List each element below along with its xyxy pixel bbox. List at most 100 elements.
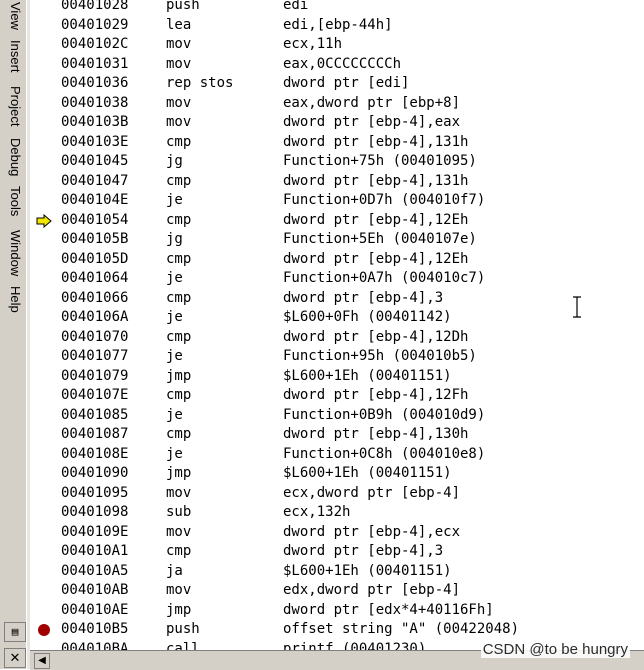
disassembly-row[interactable]: 00401095 mov ecx,dword ptr [ebp-4]: [0, 484, 644, 504]
disassembly-row[interactable]: 00401079 jmp $L600+1Eh (00401151): [0, 367, 644, 387]
disassembly-row[interactable]: 00401029 lea edi,[ebp-44h]: [0, 16, 644, 36]
instruction-address: 00401036: [61, 75, 129, 91]
instruction-address: 00401090: [61, 465, 129, 481]
instruction-mnemonic: sub: [166, 504, 192, 520]
instruction-address: 00401028: [61, 0, 129, 13]
instruction-mnemonic: cmp: [166, 328, 192, 345]
disassembly-row[interactable]: 0040103B mov dword ptr [ebp-4],eax: [0, 113, 644, 133]
instruction-operands: dword ptr [edx*4+40116Fh]: [283, 601, 494, 618]
instruction-mnemonic: mov: [166, 36, 192, 52]
disassembly-row[interactable]: 004010B5 push offset string "A" (00422048): [0, 620, 644, 640]
disassembly-row[interactable]: 0040109E mov dword ptr [ebp-4],ecx: [0, 523, 644, 543]
instruction-address: 0040108E: [61, 445, 129, 462]
disassembly-row[interactable]: 00401047 cmp dword ptr [ebp-4],131h: [0, 172, 644, 192]
instruction-operands: Function+95h (004010b5): [283, 348, 477, 364]
instruction-operands: offset string "A" (00422048): [283, 621, 520, 637]
instruction-mnemonic: je: [166, 445, 183, 462]
instruction-mnemonic: cmp: [166, 211, 192, 228]
instruction-mnemonic: mov: [166, 55, 192, 72]
text-cursor-icon: [573, 296, 581, 318]
disassembly-row[interactable]: 004010AE jmp dword ptr [edx*4+40116Fh]: [0, 601, 644, 621]
instruction-mnemonic: je: [166, 406, 183, 423]
disassembly-listing[interactable]: 00401028 push edi 00401029 lea edi,[ebp-44h] 0…: [0, 0, 644, 657]
instruction-operands: Function+0D7h (004010f7): [283, 192, 486, 208]
instruction-operands: $L600+1Eh (00401151): [283, 562, 452, 579]
instruction-address: 0040105B: [61, 231, 129, 247]
instruction-operands: dword ptr [ebp-4],3: [283, 543, 444, 559]
disassembly-row[interactable]: 00401087 cmp dword ptr [ebp-4],130h: [0, 425, 644, 445]
instruction-address: 00401098: [61, 504, 129, 520]
instruction-address: 004010B5: [61, 621, 129, 637]
instruction-address: 00401085: [61, 406, 129, 423]
disassembly-row[interactable]: 004010AB mov edx,dword ptr [ebp-4]: [0, 581, 644, 601]
instruction-operands: Function+0C8h (004010e8): [283, 445, 486, 462]
instruction-operands: edi: [283, 0, 309, 13]
instruction-mnemonic: ja: [166, 562, 183, 579]
disassembly-row[interactable]: 00401036 rep stos dword ptr [edi]: [0, 74, 644, 94]
instruction-mnemonic: jg: [166, 231, 183, 247]
instruction-operands: dword ptr [ebp-4],3: [283, 289, 444, 306]
instruction-mnemonic: mov: [166, 582, 192, 598]
instruction-operands: Function+5Eh (0040107e): [283, 231, 477, 247]
instruction-address: 004010A1: [61, 543, 129, 559]
disassembly-row[interactable]: 00401054 cmp dword ptr [ebp-4],12Eh: [0, 211, 644, 231]
instruction-address: 00401087: [61, 426, 129, 442]
disassembly-row[interactable]: 00401038 mov eax,dword ptr [ebp+8]: [0, 94, 644, 114]
instruction-mnemonic: push: [166, 0, 200, 13]
instruction-operands: $L600+1Eh (00401151): [283, 367, 452, 384]
instruction-address: 00401031: [61, 55, 129, 72]
instruction-operands: Function+0A7h (004010c7): [283, 270, 486, 286]
instruction-mnemonic: cmp: [166, 172, 192, 189]
disassembly-row[interactable]: 004010A1 cmp dword ptr [ebp-4],3: [0, 542, 644, 562]
instruction-address: 0040109E: [61, 523, 129, 540]
instruction-mnemonic: cmp: [166, 133, 192, 150]
disassembly-row[interactable]: 0040105B jg Function+5Eh (0040107e): [0, 230, 644, 250]
instruction-address: 0040104E: [61, 192, 129, 208]
disassembly-row[interactable]: 00401028 push edi: [0, 0, 644, 16]
disassembly-row[interactable]: 00401064 je Function+0A7h (004010c7): [0, 269, 644, 289]
instruction-address: 00401054: [61, 211, 129, 228]
disassembly-row[interactable]: 00401070 cmp dword ptr [ebp-4],12Dh: [0, 328, 644, 348]
instruction-address: 0040106A: [61, 309, 129, 325]
disassembly-row[interactable]: 0040107E cmp dword ptr [ebp-4],12Fh: [0, 386, 644, 406]
instruction-operands: dword ptr [ebp-4],12Dh: [283, 328, 469, 345]
instruction-mnemonic: mov: [166, 94, 192, 111]
disassembly-row[interactable]: 0040103E cmp dword ptr [ebp-4],131h: [0, 133, 644, 153]
instruction-address: 00401077: [61, 348, 129, 364]
instruction-address: 0040105D: [61, 250, 129, 267]
disassembly-row[interactable]: 00401045 jg Function+75h (00401095): [0, 152, 644, 172]
scroll-left-icon[interactable]: ◀: [34, 653, 50, 669]
instruction-address: 00401029: [61, 16, 129, 33]
instruction-mnemonic: lea: [166, 16, 192, 33]
instruction-operands: dword ptr [ebp-4],131h: [283, 172, 469, 189]
watermark: CSDN @to be hungry: [480, 641, 630, 658]
disassembly-row[interactable]: 00401031 mov eax,0CCCCCCCCh: [0, 55, 644, 75]
instruction-mnemonic: je: [166, 348, 183, 364]
instruction-address: 0040103E: [61, 133, 129, 150]
disassembly-row[interactable]: 00401098 sub ecx,132h: [0, 503, 644, 523]
disassembly-row[interactable]: 00401066 cmp dword ptr [ebp-4],3: [0, 289, 644, 309]
instruction-address: 0040107E: [61, 387, 129, 403]
instruction-operands: ecx,11h: [283, 36, 343, 52]
disassembly-row[interactable]: 00401077 je Function+95h (004010b5): [0, 347, 644, 367]
instruction-address: 00401064: [61, 270, 129, 286]
instruction-operands: eax,0CCCCCCCCh: [283, 55, 402, 72]
instruction-address: 00401095: [61, 484, 129, 501]
instruction-address: 004010AB: [61, 582, 129, 598]
disassembly-row[interactable]: 00401085 je Function+0B9h (004010d9): [0, 406, 644, 426]
disassembly-row[interactable]: 0040108E je Function+0C8h (004010e8): [0, 445, 644, 465]
disassembly-row[interactable]: 00401090 jmp $L600+1Eh (00401151): [0, 464, 644, 484]
instruction-address: 00401038: [61, 94, 129, 111]
instruction-address: 00401045: [61, 153, 129, 169]
instruction-operands: $L600+1Eh (00401151): [283, 465, 452, 481]
disassembly-row[interactable]: 0040102C mov ecx,11h: [0, 35, 644, 55]
instruction-mnemonic: push: [166, 621, 200, 637]
disassembly-row[interactable]: 0040105D cmp dword ptr [ebp-4],12Eh: [0, 250, 644, 270]
instruction-mnemonic: jmp: [166, 601, 192, 618]
instruction-mnemonic: je: [166, 192, 183, 208]
disassembly-row[interactable]: 0040104E je Function+0D7h (004010f7): [0, 191, 644, 211]
instruction-mnemonic: rep stos: [166, 75, 234, 91]
disassembly-row[interactable]: 0040106A je $L600+0Fh (00401142): [0, 308, 644, 328]
instruction-operands: dword ptr [ebp-4],ecx: [283, 523, 461, 540]
disassembly-row[interactable]: 004010A5 ja $L600+1Eh (00401151): [0, 562, 644, 582]
